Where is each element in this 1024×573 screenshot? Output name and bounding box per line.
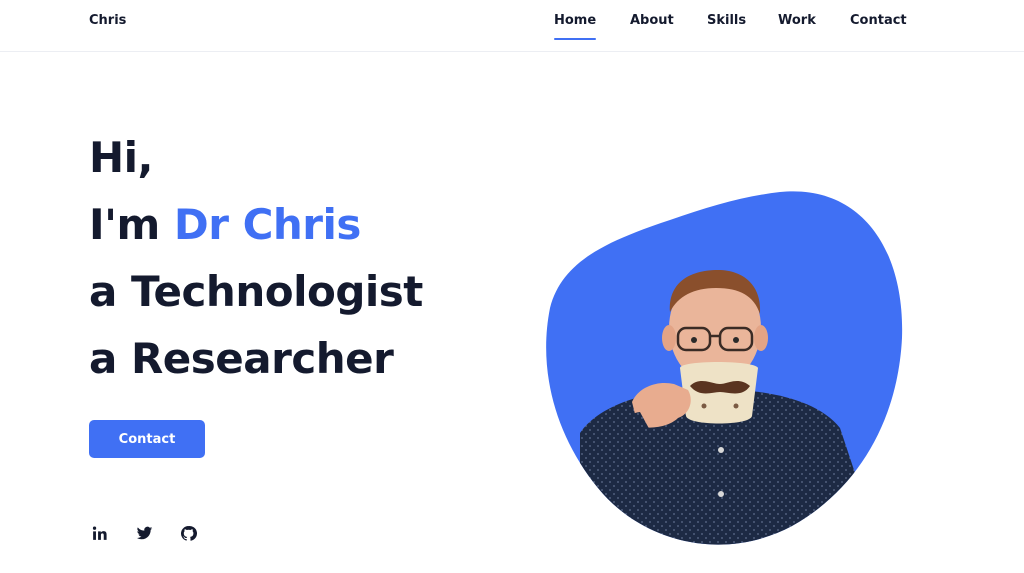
main-nav: Home About Skills Work Contact	[0, 13, 1024, 43]
nav-link-home[interactable]: Home	[554, 13, 597, 40]
hero-role-researcher: a Researcher	[89, 334, 394, 383]
contact-button[interactable]: Contact	[89, 420, 205, 458]
hero-heading: Hi, I'm Dr Chris a Technologist a Resear…	[89, 124, 423, 392]
hero-intro-prefix: I'm	[89, 200, 174, 249]
site-header: Chris Home About Skills Work Contact	[0, 0, 1024, 52]
linkedin-icon	[92, 526, 107, 540]
profile-illustration	[546, 191, 903, 545]
twitter-icon	[136, 526, 152, 539]
hero-greeting: Hi,	[89, 133, 154, 182]
github-icon	[180, 525, 197, 541]
hero-name: Dr Chris	[173, 200, 362, 249]
linkedin-link[interactable]	[89, 523, 109, 543]
nav-link-skills[interactable]: Skills	[707, 13, 746, 28]
profile-image	[540, 188, 910, 548]
twitter-link[interactable]	[134, 523, 154, 543]
github-link[interactable]	[178, 523, 198, 543]
nav-link-about[interactable]: About	[630, 13, 674, 28]
nav-link-work[interactable]: Work	[778, 13, 816, 28]
hero-role-technologist: a Technologist	[89, 267, 423, 316]
nav-link-contact[interactable]: Contact	[850, 13, 907, 28]
hero-intro-line: I'm Dr Chris	[89, 191, 423, 258]
